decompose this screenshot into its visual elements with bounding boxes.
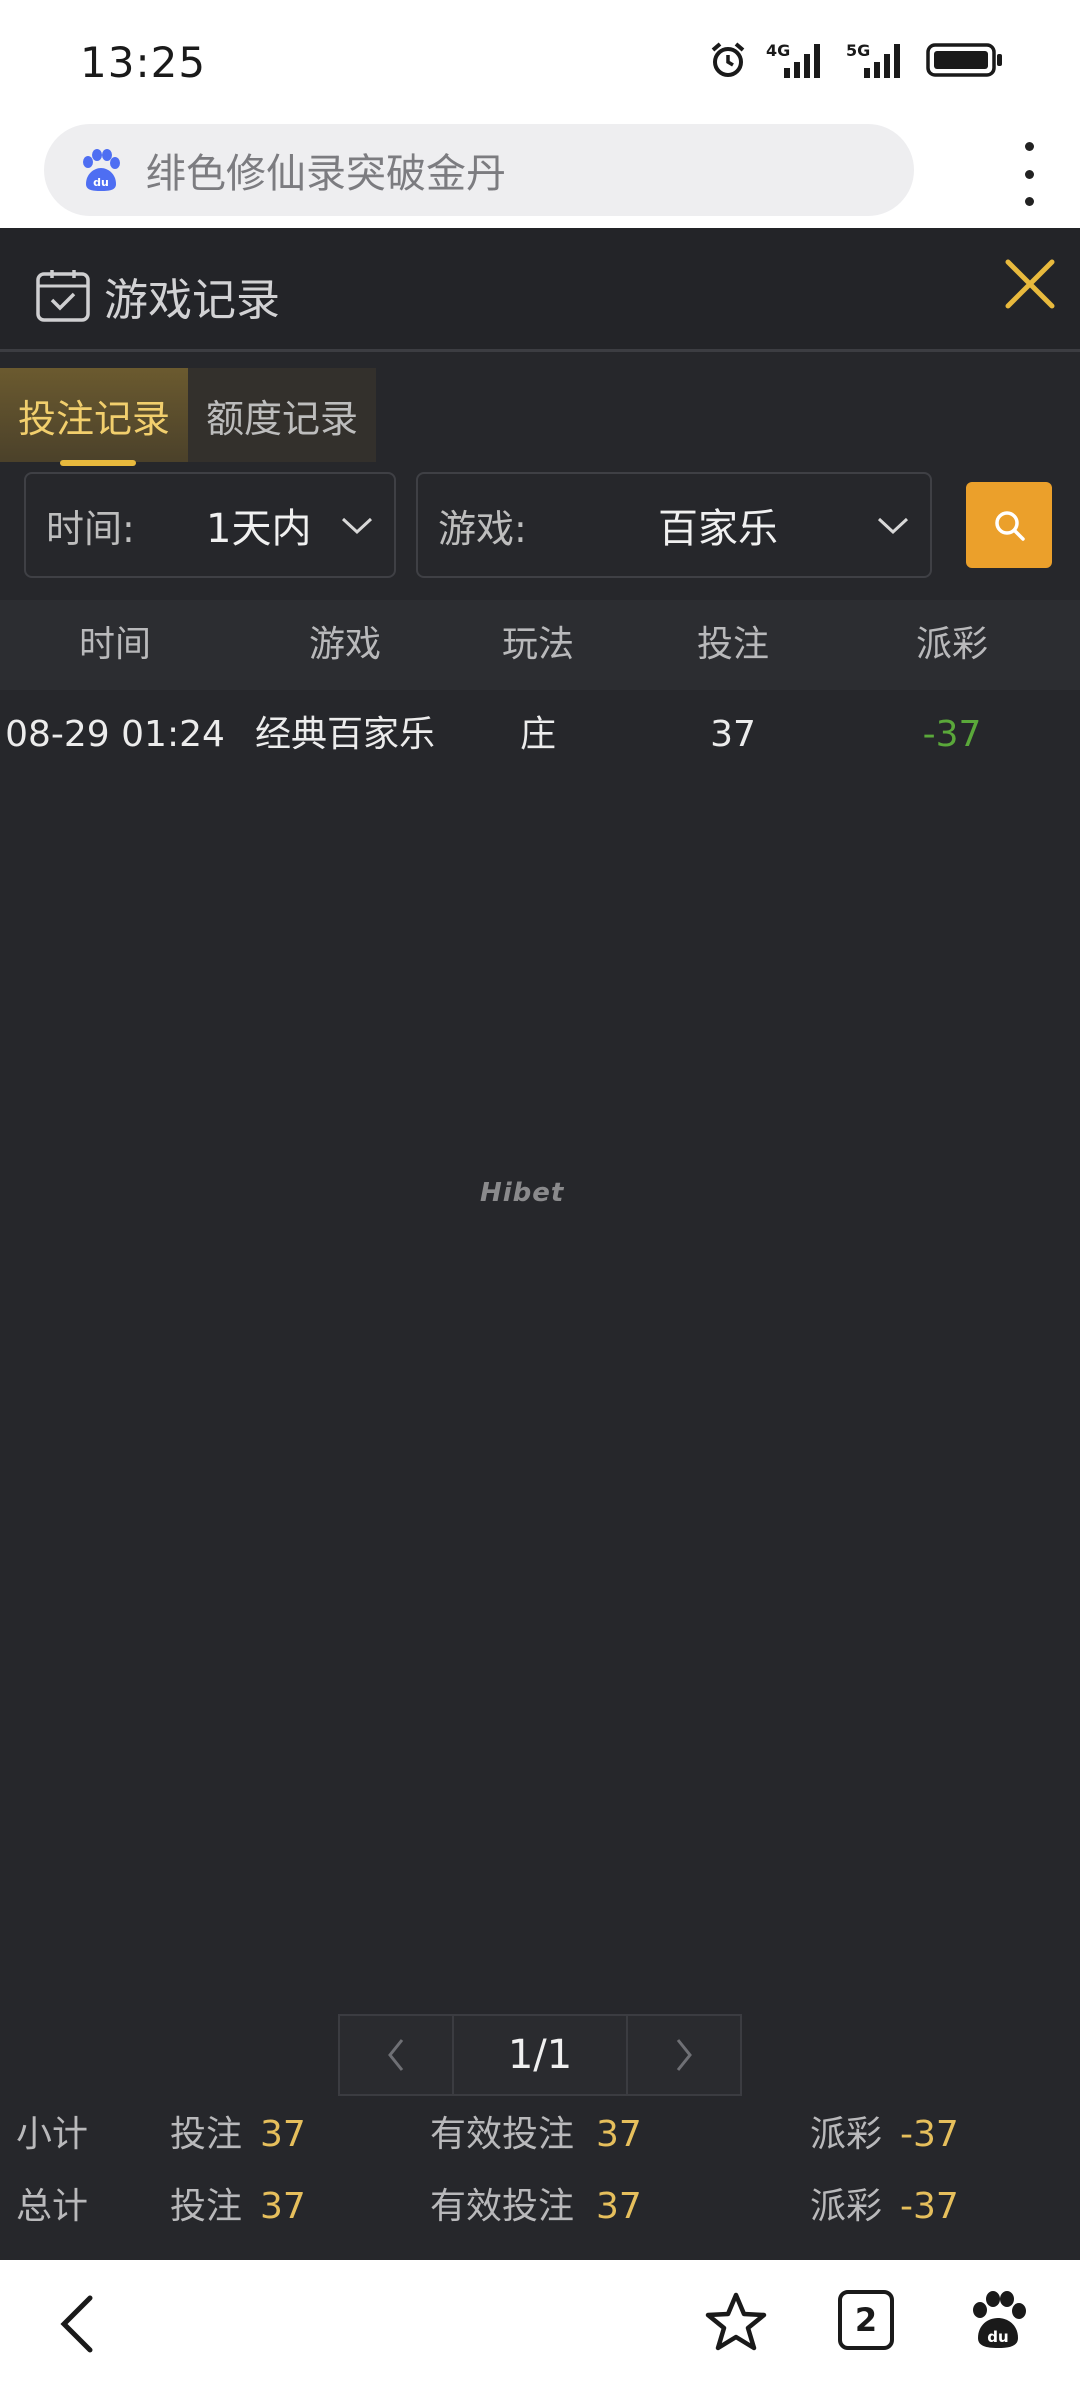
cell-bet: 37	[710, 714, 756, 755]
game-select[interactable]: 游戏: 百家乐	[416, 472, 932, 578]
prev-page-button[interactable]	[338, 2014, 454, 2096]
alarm-icon	[711, 42, 745, 77]
time-select-value: 1天内	[206, 506, 312, 552]
next-page-button[interactable]	[626, 2014, 742, 2096]
cell-game: 经典百家乐	[254, 714, 436, 755]
cell-time: 08-29 01:24	[5, 714, 225, 755]
network-label-4g: 4G	[766, 41, 790, 60]
total-payout-label: 派彩	[810, 2186, 883, 2227]
svg-text:du: du	[93, 176, 109, 189]
star-bookmark-icon[interactable]	[704, 2290, 768, 2354]
subtotal-payout-value: -37	[900, 2114, 959, 2155]
subtotal-label: 小计	[16, 2114, 89, 2155]
subtotal-valid-bet-label: 有效投注	[430, 2114, 575, 2155]
baidu-paw-icon[interactable]: du	[966, 2288, 1030, 2352]
more-menu-button[interactable]	[1014, 142, 1044, 206]
tab-credit-records[interactable]: 额度记录	[188, 368, 377, 462]
status-bar: 13:25 4G 5G	[0, 0, 1080, 120]
clipboard-check-icon	[36, 270, 90, 322]
header-play: 玩法	[501, 624, 575, 665]
header-bet: 投注	[696, 624, 770, 665]
chevron-down-icon	[341, 517, 373, 535]
header-game: 游戏	[308, 624, 382, 665]
table-header: 时间 游戏 玩法 投注 派彩	[0, 600, 1080, 690]
status-time: 13:25	[80, 38, 207, 87]
url-bar[interactable]: du 绯色修仙录突破金丹	[44, 124, 914, 216]
subtotal-bet-label: 投注	[170, 2114, 243, 2155]
record-tabs: 投注记录 额度记录	[0, 368, 377, 466]
signal-4g-icon: 4G	[766, 41, 820, 78]
chevron-left-icon	[388, 2039, 404, 2071]
total-label: 总计	[16, 2186, 89, 2227]
chevron-right-icon	[676, 2039, 692, 2071]
chevron-down-icon	[877, 517, 909, 535]
tab-count-button[interactable]: 2	[838, 2290, 894, 2350]
cell-payout: -37	[922, 714, 982, 755]
total-payout-value: -37	[900, 2186, 959, 2227]
time-select-label: 时间:	[46, 506, 135, 551]
subtotal-bet-value: 37	[260, 2114, 306, 2155]
subtotal-payout-label: 派彩	[810, 2114, 883, 2155]
time-select[interactable]: 时间: 1天内	[24, 472, 396, 578]
total-bet-label: 投注	[170, 2186, 243, 2227]
browser-bottom-nav: 2 du	[0, 2260, 1080, 2388]
subtotal-valid-bet-value: 37	[596, 2114, 642, 2155]
game-select-value: 百家乐	[658, 506, 778, 552]
signal-5g-icon: 5G	[846, 41, 900, 78]
header-payout: 派彩	[915, 624, 989, 665]
page-indicator: 1/1	[454, 2014, 626, 2096]
game-select-label: 游戏:	[438, 506, 527, 551]
total-valid-bet-value: 37	[596, 2186, 642, 2227]
header-time: 时间	[78, 624, 152, 665]
cell-play: 庄	[519, 714, 557, 755]
status-icons: 4G 5G	[708, 40, 1004, 80]
tab-bet-records[interactable]: 投注记录	[0, 368, 189, 466]
close-icon[interactable]	[1000, 254, 1060, 314]
network-label-5g: 5G	[846, 41, 870, 60]
battery-icon	[926, 43, 1002, 77]
summary-total: 总计 投注 37 有效投注 37 派彩 -37	[0, 2172, 1080, 2242]
modal-header: 游戏记录	[0, 228, 1080, 352]
total-valid-bet-label: 有效投注	[430, 2186, 575, 2227]
total-bet-value: 37	[260, 2186, 306, 2227]
filters: 时间: 1天内 游戏: 百家乐	[0, 472, 1080, 582]
search-icon	[995, 511, 1025, 541]
url-text: 绯色修仙录突破金丹	[146, 151, 506, 197]
pagination: 1/1	[338, 2014, 742, 2096]
browser-bar: du 绯色修仙录突破金丹	[0, 120, 1080, 228]
more-dot-icon	[1024, 197, 1034, 206]
summary-subtotal: 小计 投注 37 有效投注 37 派彩 -37	[0, 2100, 1080, 2170]
more-dot-icon	[1024, 169, 1034, 179]
baidu-paw-icon: du	[83, 149, 120, 191]
table-row[interactable]: 08-29 01:24 经典百家乐 庄 37 -37	[0, 690, 1080, 780]
svg-text:du: du	[987, 2328, 1008, 2346]
watermark-logo: Hibet	[480, 1178, 565, 1208]
search-button[interactable]	[966, 482, 1052, 568]
more-dot-icon	[1024, 142, 1034, 151]
game-record-page: 游戏记录 投注记录 额度记录 时间: 1天内 游戏: 百家乐 时间 游戏 玩法 …	[0, 228, 1080, 2260]
modal-title: 游戏记录	[104, 275, 280, 326]
back-arrow-icon[interactable]	[56, 2292, 100, 2356]
